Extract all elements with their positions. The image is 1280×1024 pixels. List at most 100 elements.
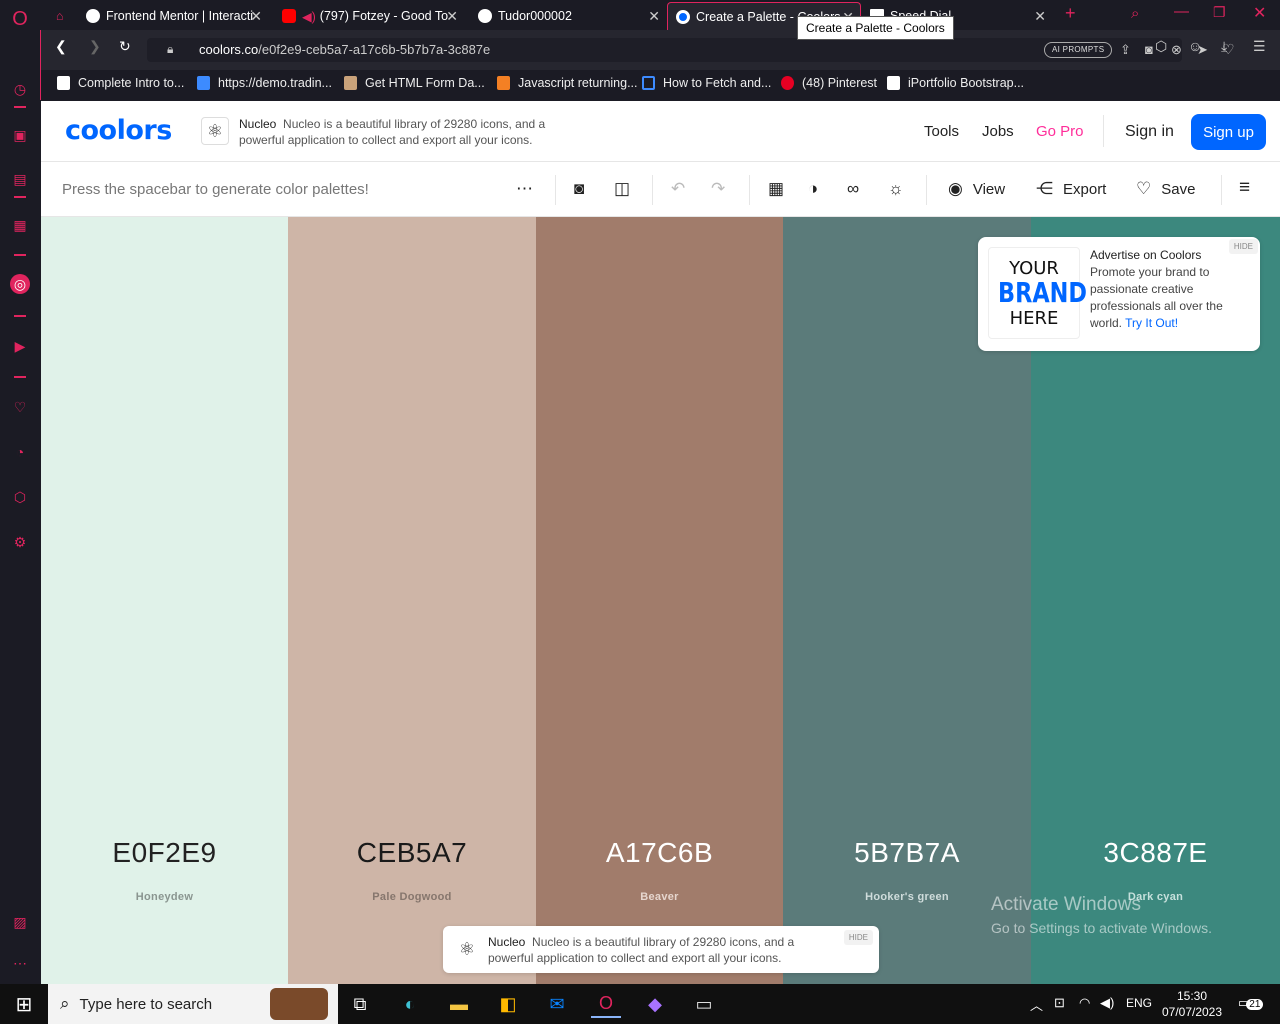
header-ad[interactable]: ⚛ Nucleo Nucleo is a beautiful library o… <box>201 115 581 151</box>
workspaces-icon[interactable]: ▣ <box>9 124 31 146</box>
volume-icon[interactable]: ◀) <box>1100 995 1114 1011</box>
bookmark-item[interactable]: https://demo.tradin... <box>197 76 332 90</box>
visual-studio-icon[interactable]: ◆ <box>640 990 670 1018</box>
bookmark-item[interactable]: Get HTML Form Da... <box>344 76 485 90</box>
terminal-icon[interactable]: ▭ <box>689 990 719 1018</box>
task-view-icon[interactable]: ⧉ <box>345 990 375 1018</box>
bookmark-item[interactable]: Complete Intro to... <box>57 76 184 90</box>
save-button[interactable]: ♡ Save <box>1136 179 1195 199</box>
close-tab-icon[interactable]: ✕ <box>446 8 458 25</box>
back-icon[interactable]: ❮ <box>55 38 67 55</box>
ai-prompts-button[interactable]: AI PROMPTS <box>1044 42 1113 58</box>
color-swatch[interactable]: E0F2E9 Honeydew <box>41 217 288 984</box>
opera-logo-icon[interactable]: O <box>9 8 31 30</box>
instagram-icon[interactable]: ◎ <box>10 274 30 294</box>
notification-center-icon[interactable]: ▭21 <box>1238 995 1264 1011</box>
lock-icon[interactable]: 🔒︎ <box>167 42 173 57</box>
settings-gear-icon[interactable]: ⚙ <box>9 531 31 553</box>
grid-view-icon[interactable]: ▦ <box>768 179 784 199</box>
url-field[interactable]: 🔒︎ coolors.co/e0f2e9-ceb5a7-a17c6b-5b7b7… <box>147 38 1235 62</box>
twitch-icon[interactable]: ▤ <box>9 168 31 190</box>
swatch-hex[interactable]: 3C887E <box>1031 837 1280 869</box>
hide-ad-button[interactable]: HIDE <box>843 930 873 945</box>
new-tab-icon[interactable]: + <box>1065 3 1076 24</box>
reload-icon[interactable]: ↻ <box>119 38 131 55</box>
atom-icon: ⚛ <box>458 938 476 959</box>
tab-bar: ⌂ Frontend Mentor | Interacti ✕ ◀) (797)… <box>40 0 1280 30</box>
audio-icon[interactable]: ◀) <box>302 9 316 24</box>
search-tabs-icon[interactable]: ⌕ <box>1131 5 1139 22</box>
view-button[interactable]: ◉ View <box>948 179 1005 199</box>
heart-icon: ♡ <box>1136 179 1152 198</box>
camera-icon[interactable]: ◙ <box>574 179 584 199</box>
color-swatch[interactable]: CEB5A7 Pale Dogwood <box>288 217 536 984</box>
swatch-hex[interactable]: 5B7B7A <box>783 837 1031 869</box>
windows-start-icon[interactable]: ⊞ <box>9 990 39 1018</box>
taskbar-clock[interactable]: 15:30 07/07/2023 <box>1160 988 1224 1020</box>
adblock-icon[interactable]: ⊗ <box>1171 42 1182 58</box>
wifi-icon[interactable]: ◠ <box>1079 995 1090 1011</box>
meet-now-icon[interactable]: ⊡ <box>1054 995 1065 1011</box>
bottom-ad[interactable]: ⚛ Nucleo Nucleo is a beautiful library o… <box>443 926 879 973</box>
opera-gx-taskbar-icon[interactable]: O <box>591 990 621 1018</box>
cube-icon[interactable]: ⬡ <box>9 486 31 508</box>
sign-up-button[interactable]: Sign up <box>1191 114 1266 150</box>
contrast-icon[interactable]: ◑ <box>808 179 818 199</box>
more-options-icon[interactable]: ⋯ <box>516 179 533 199</box>
brightness-icon[interactable]: ☼ <box>888 179 904 199</box>
try-it-out-link[interactable]: Try It Out! <box>1125 316 1178 330</box>
export-button[interactable]: ⋲ Export <box>1036 179 1106 199</box>
glasses-icon[interactable]: ∞ <box>847 179 859 199</box>
hide-ad-button[interactable]: HIDE <box>1228 239 1258 254</box>
swatch-hex[interactable]: A17C6B <box>536 837 783 869</box>
swatch-hex[interactable]: E0F2E9 <box>41 837 288 869</box>
redo-icon[interactable]: ↷ <box>711 179 725 199</box>
tab-tudor[interactable]: Tudor000002 ✕ <box>470 2 666 30</box>
address-bar-row: ❮ ❯ ↻ 🔒︎ coolors.co/e0f2e9-ceb5a7-a17c6b… <box>40 30 1280 70</box>
nav-jobs[interactable]: Jobs <box>982 123 1014 140</box>
extensions-cube-icon[interactable]: ⬡ <box>1155 38 1167 55</box>
close-tab-icon[interactable]: ✕ <box>1034 8 1046 25</box>
more-icon[interactable]: ⋯ <box>9 952 31 974</box>
compare-layout-icon[interactable]: ◫ <box>614 179 630 199</box>
tab-frontend-mentor[interactable]: Frontend Mentor | Interacti ✕ <box>78 2 268 30</box>
forward-icon[interactable]: ❯ <box>89 38 101 55</box>
snapshot-icon[interactable]: ◙ <box>1145 42 1153 57</box>
advertise-card[interactable]: YOUR BRAND HERE Advertise on Coolors Pro… <box>978 237 1260 351</box>
close-tab-icon[interactable]: ✕ <box>648 8 660 25</box>
bookmark-item[interactable]: (48) Pinterest <box>781 76 877 90</box>
language-indicator[interactable]: ENG <box>1126 996 1152 1010</box>
restore-icon[interactable]: ❐ <box>1213 4 1226 21</box>
tray-chevron-icon[interactable]: ︿ <box>1030 995 1043 1014</box>
file-explorer-icon[interactable]: ▬ <box>444 990 474 1018</box>
tab-youtube[interactable]: ◀) (797) Fotzey - Good To ✕ <box>274 2 464 30</box>
nav-tools[interactable]: Tools <box>924 123 959 140</box>
download-icon[interactable]: ⤓ <box>1221 38 1227 55</box>
easy-setup-icon[interactable]: ☰ <box>1253 38 1266 55</box>
close-tab-icon[interactable]: ✕ <box>250 8 262 25</box>
store-icon[interactable]: ◧ <box>493 990 523 1018</box>
nav-go-pro[interactable]: Go Pro <box>1036 123 1084 140</box>
swatch-hex[interactable]: CEB5A7 <box>288 837 536 869</box>
taskbar-search[interactable]: ⌕ Type here to search <box>48 984 338 1024</box>
heart-icon[interactable]: ♡ <box>9 396 31 418</box>
chip-icon[interactable]: ▦ <box>9 214 31 236</box>
bookmark-item[interactable]: How to Fetch and... <box>642 76 771 90</box>
minimize-icon[interactable]: — <box>1174 3 1189 20</box>
bookmark-item[interactable]: iPortfolio Bootstrap... <box>887 76 1024 90</box>
player-icon[interactable]: ▶ <box>9 335 31 357</box>
undo-icon[interactable]: ↶ <box>671 179 685 199</box>
color-swatch[interactable]: A17C6B Beaver <box>536 217 783 984</box>
coolors-logo[interactable]: coolors <box>65 115 172 146</box>
profile-icon[interactable]: ☺ <box>1188 38 1202 54</box>
hamburger-menu-icon[interactable]: ≡ <box>1239 177 1250 199</box>
mail-icon[interactable]: ✉ <box>542 990 572 1018</box>
sign-in-link[interactable]: Sign in <box>1125 123 1174 141</box>
speed-dial-icon[interactable]: ◷ <box>9 78 31 100</box>
close-window-icon[interactable]: ✕ <box>1253 3 1266 23</box>
history-icon[interactable]: ◔ <box>9 441 31 463</box>
image-icon[interactable]: ▨ <box>9 911 31 933</box>
share-icon[interactable]: ⇪ <box>1120 42 1131 58</box>
edge-icon[interactable]: ◐ <box>395 990 425 1018</box>
bookmark-item[interactable]: Javascript returning... <box>497 76 638 90</box>
